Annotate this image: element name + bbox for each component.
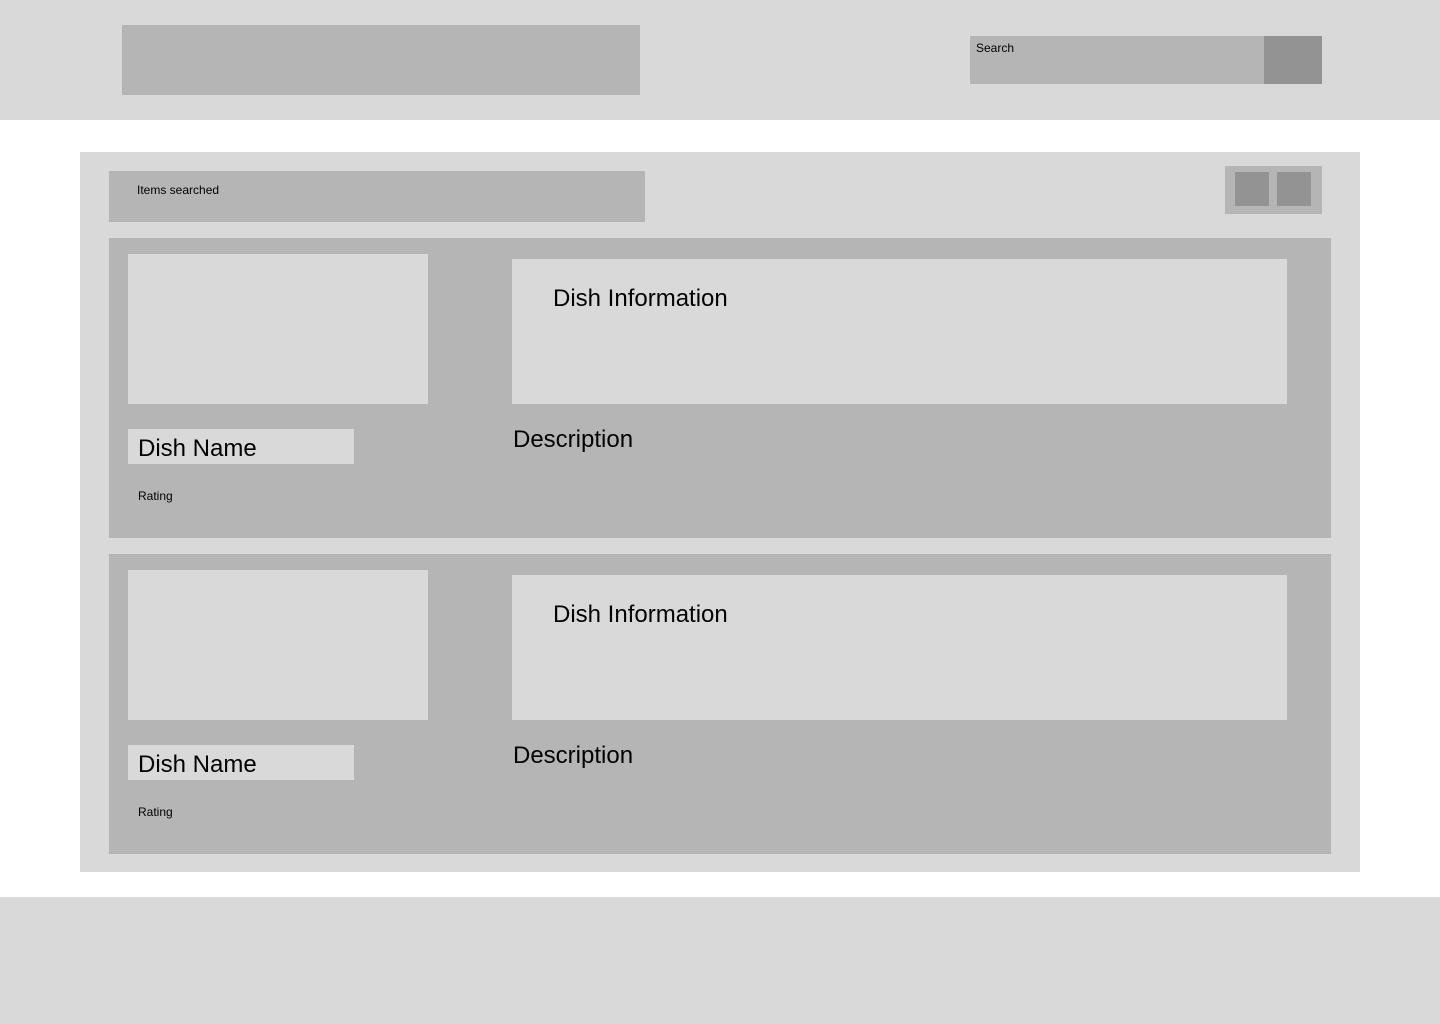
dish-description: Description	[513, 742, 634, 769]
dish-rating: Rating	[138, 489, 173, 503]
dish-information-title: Dish Information	[553, 285, 728, 312]
items-searched-label: Items searched	[137, 183, 220, 197]
items-searched-bar: Items searched	[109, 171, 645, 222]
dish-card[interactable]: Dish Name Rating Dish Information Descri…	[109, 554, 1331, 854]
dish-image-placeholder[interactable]	[128, 570, 428, 720]
view-toggle-group	[1225, 166, 1322, 214]
dish-rating: Rating	[138, 805, 173, 819]
search-label: Search	[976, 41, 1015, 55]
page-footer	[0, 897, 1440, 1024]
logo-placeholder[interactable]	[122, 25, 640, 95]
dish-information-box: Dish Information	[512, 259, 1287, 404]
view-toggle-button-1[interactable]	[1235, 172, 1269, 206]
search-button[interactable]	[1264, 36, 1322, 84]
dish-description: Description	[513, 426, 634, 453]
dish-information-title: Dish Information	[553, 601, 728, 628]
dish-name[interactable]: Dish Name	[138, 751, 257, 779]
view-toggle-button-2[interactable]	[1277, 172, 1311, 206]
dish-name-box: Dish Name	[128, 745, 354, 780]
results-panel: Items searched Dish Name Rating Dish Inf…	[80, 152, 1360, 872]
dish-name[interactable]: Dish Name	[138, 435, 257, 463]
dish-image-placeholder[interactable]	[128, 254, 428, 404]
top-header: Search	[0, 0, 1440, 120]
dish-name-box: Dish Name	[128, 429, 354, 464]
dish-information-box: Dish Information	[512, 575, 1287, 720]
dish-card[interactable]: Dish Name Rating Dish Information Descri…	[109, 238, 1331, 538]
search-input[interactable]	[970, 36, 1264, 84]
